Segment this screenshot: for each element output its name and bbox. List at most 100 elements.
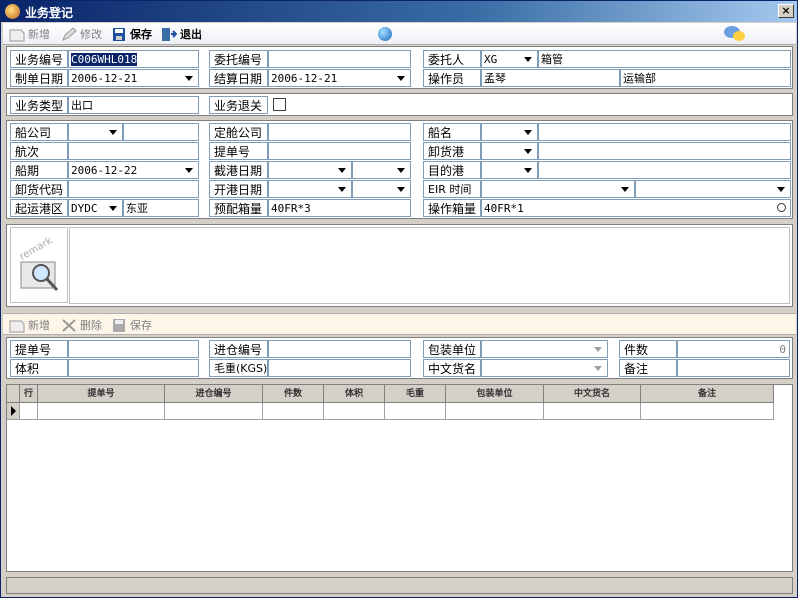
magnifier-icon[interactable] bbox=[777, 203, 786, 212]
vessel-select[interactable] bbox=[481, 123, 538, 141]
discharge-port-label: 卸货港 bbox=[423, 142, 481, 160]
detail-bl-field[interactable] bbox=[68, 340, 199, 358]
grid-header-weight[interactable]: 毛重 bbox=[385, 385, 446, 403]
origin-code-select[interactable]: DYDC bbox=[68, 199, 123, 217]
op-box-value: 40FR*1 bbox=[484, 202, 524, 215]
detail-delete-label: 删除 bbox=[80, 319, 102, 332]
grid-header-pack[interactable]: 包装单位 bbox=[446, 385, 544, 403]
detail-save-button[interactable]: 保存 bbox=[111, 316, 152, 334]
pack-unit-select[interactable] bbox=[481, 340, 608, 358]
save-button[interactable]: 保存 bbox=[111, 25, 152, 43]
table-cell[interactable] bbox=[165, 403, 263, 420]
order-date-label: 制单日期 bbox=[10, 69, 68, 87]
table-cell[interactable] bbox=[38, 403, 165, 420]
detail-grid: 行 提单号 进仓编号 件数 体积 毛重 包装单位 中文货名 备注 bbox=[6, 384, 793, 572]
pre-box-label: 预配箱量 bbox=[209, 199, 268, 217]
qty-label: 件数 bbox=[619, 340, 677, 358]
ship-company-select[interactable] bbox=[68, 123, 123, 141]
cn-name-select[interactable] bbox=[481, 359, 608, 377]
pencil-icon bbox=[62, 26, 77, 41]
detail-bl-label: 提单号 bbox=[10, 340, 68, 358]
table-cell[interactable] bbox=[385, 403, 446, 420]
dest-port-select[interactable] bbox=[481, 161, 538, 179]
remark-icon-text: remark bbox=[18, 235, 55, 263]
cutoff-date-picker[interactable] bbox=[268, 161, 352, 179]
detail-delete-button[interactable]: 删除 bbox=[61, 316, 102, 334]
delete-x-icon bbox=[62, 318, 76, 332]
grid-header-cn-name[interactable]: 中文货名 bbox=[544, 385, 641, 403]
grid-header-qty[interactable]: 件数 bbox=[263, 385, 324, 403]
detail-save-label: 保存 bbox=[130, 319, 152, 332]
grid-header-in-no[interactable]: 进仓编号 bbox=[165, 385, 263, 403]
grid-header-volume[interactable]: 体积 bbox=[324, 385, 385, 403]
grid-header-bl[interactable]: 提单号 bbox=[38, 385, 165, 403]
consign-no-field[interactable] bbox=[268, 50, 411, 68]
qty-field[interactable]: 0 bbox=[677, 340, 790, 358]
grid-header-row[interactable]: 行 bbox=[20, 385, 38, 403]
detail-new-label: 新增 bbox=[28, 319, 50, 332]
title-bar: 业务登记 × bbox=[1, 1, 797, 22]
remark-textarea[interactable] bbox=[69, 227, 790, 304]
client-label: 委托人 bbox=[423, 50, 481, 68]
customs-return-checkbox[interactable] bbox=[273, 98, 286, 111]
open-date-picker[interactable] bbox=[268, 180, 352, 198]
eir-time-picker[interactable] bbox=[635, 180, 791, 198]
booking-co-field[interactable] bbox=[268, 123, 411, 141]
chat-icon[interactable] bbox=[723, 25, 747, 43]
open-time-picker[interactable] bbox=[352, 180, 411, 198]
open-date-label: 开港日期 bbox=[209, 180, 268, 198]
bl-label: 提单号 bbox=[209, 142, 268, 160]
settle-date-label: 结算日期 bbox=[209, 69, 268, 87]
new-doc-icon bbox=[9, 320, 25, 332]
volume-field[interactable] bbox=[68, 359, 199, 377]
vessel-extra bbox=[538, 123, 791, 141]
customs-return-label: 业务退关 bbox=[209, 96, 268, 114]
floppy-icon bbox=[113, 318, 125, 332]
in-no-field[interactable] bbox=[268, 340, 411, 358]
vessel-label: 船名 bbox=[423, 123, 481, 141]
biz-type-field[interactable]: 出口 bbox=[68, 96, 199, 114]
weight-field[interactable] bbox=[268, 359, 411, 377]
biz-no-label: 业务编号 bbox=[10, 50, 68, 68]
grid-header-note[interactable]: 备注 bbox=[641, 385, 774, 403]
app-icon bbox=[5, 4, 20, 19]
unload-code-field[interactable] bbox=[68, 180, 199, 198]
discharge-port-extra bbox=[538, 142, 791, 160]
operator-field[interactable]: 孟琴 bbox=[481, 69, 620, 87]
discharge-port-select[interactable] bbox=[481, 142, 538, 160]
row-indicator[interactable] bbox=[7, 403, 20, 420]
save-label: 保存 bbox=[130, 28, 152, 41]
close-button[interactable]: × bbox=[778, 4, 794, 18]
main-toolbar: 新增 修改 保存 退出 bbox=[3, 23, 796, 45]
voyage-field[interactable] bbox=[68, 142, 199, 160]
op-box-field[interactable]: 40FR*1 bbox=[481, 199, 791, 217]
table-cell[interactable] bbox=[20, 403, 38, 420]
client-code-select[interactable]: XG bbox=[481, 50, 538, 68]
department-field: 运输部 bbox=[620, 69, 791, 87]
note-field[interactable] bbox=[677, 359, 790, 377]
table-cell[interactable] bbox=[324, 403, 385, 420]
table-cell[interactable] bbox=[641, 403, 774, 420]
floppy-icon bbox=[113, 27, 125, 41]
cutoff-time-picker[interactable] bbox=[352, 161, 411, 179]
globe-icon[interactable] bbox=[378, 27, 392, 41]
detail-new-button[interactable]: 新增 bbox=[9, 316, 50, 334]
eir-date-picker[interactable] bbox=[481, 180, 635, 198]
edit-button[interactable]: 修改 bbox=[61, 25, 102, 43]
order-date-picker[interactable]: 2006-12-21 bbox=[68, 69, 199, 87]
consign-no-label: 委托编号 bbox=[209, 50, 268, 68]
bl-field[interactable] bbox=[268, 142, 411, 160]
exit-button[interactable]: 退出 bbox=[161, 25, 202, 43]
ship-date-picker[interactable]: 2006-12-22 bbox=[68, 161, 199, 179]
row-pointer-icon bbox=[11, 406, 16, 416]
table-cell[interactable] bbox=[263, 403, 324, 420]
table-cell[interactable] bbox=[544, 403, 641, 420]
new-button[interactable]: 新增 bbox=[9, 25, 50, 43]
cutoff-date-label: 截港日期 bbox=[209, 161, 268, 179]
origin-name-field: 东亚 bbox=[123, 199, 199, 217]
biz-no-field[interactable]: C006WHL018 bbox=[68, 50, 199, 68]
pre-box-field[interactable]: 40FR*3 bbox=[268, 199, 411, 217]
table-cell[interactable] bbox=[446, 403, 544, 420]
settle-date-picker[interactable]: 2006-12-21 bbox=[268, 69, 411, 87]
main-window: 业务登记 × 新增 修改 保存 退出 业务编号 C006WHL018 制单日期 … bbox=[0, 0, 798, 598]
